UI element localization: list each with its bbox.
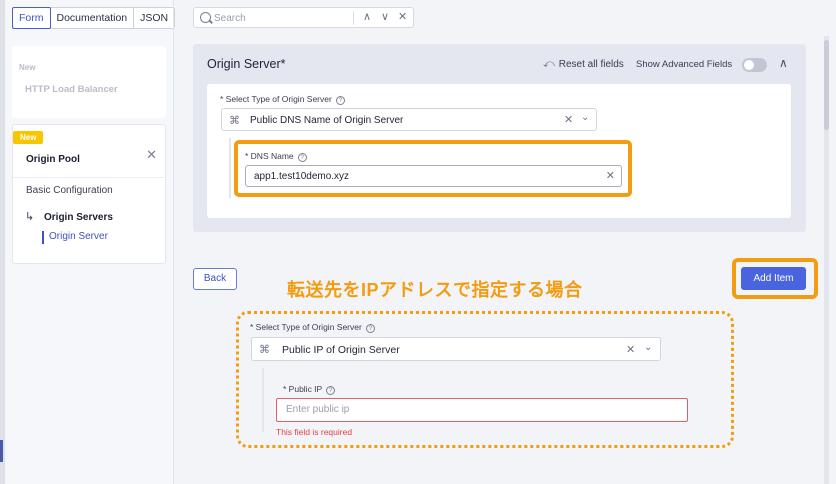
annotation-note: 転送先をIPアドレスで指定する場合 <box>287 280 583 300</box>
public-ip-label-text: * Public IP <box>283 384 323 394</box>
network-icon: ⌘ <box>229 115 240 127</box>
nest-line <box>262 368 264 432</box>
type-label-text: * Select Type of Origin Server <box>220 94 332 104</box>
nav-origin-servers[interactable]: Origin Servers <box>44 212 113 223</box>
new-badge: New <box>13 131 44 144</box>
clear-icon[interactable]: ✕ <box>626 343 635 356</box>
public-ip-input[interactable] <box>286 404 666 415</box>
origin-type-select[interactable]: ⌘ Public DNS Name of Origin Server ✕ ⌄ <box>221 108 597 131</box>
dns-label: * DNS Name? <box>245 151 307 162</box>
tab-json[interactable]: JSON <box>134 8 174 28</box>
alt-origin-type-select[interactable]: ⌘ Public IP of Origin Server ✕ ⌄ <box>251 337 661 361</box>
divider <box>173 0 174 484</box>
reset-all-fields-button[interactable]: ⤺ Reset all fields <box>543 58 624 71</box>
alt-origin-type-value: Public IP of Origin Server <box>282 344 400 356</box>
origin-pool-card: New Origin Pool ✕ Basic Configuration ↳ … <box>12 124 166 264</box>
clear-icon[interactable]: ✕ <box>606 169 615 182</box>
chevron-down-icon[interactable]: ⌄ <box>581 112 589 123</box>
add-item-button[interactable]: Add Item <box>741 267 806 290</box>
chevron-down-icon[interactable]: ∨ <box>381 10 389 23</box>
sub-arrow-icon: ↳ <box>25 211 35 223</box>
help-icon[interactable]: ? <box>365 324 375 333</box>
help-icon[interactable]: ? <box>335 96 345 105</box>
dns-name-value: app1.test10demo.xyz <box>254 171 350 182</box>
chevron-down-icon[interactable]: ⌄ <box>644 342 652 353</box>
edge-bar <box>0 0 5 484</box>
clear-icon[interactable]: ✕ <box>564 113 573 126</box>
active-indicator <box>42 231 44 244</box>
back-button[interactable]: Back <box>193 268 237 290</box>
tab-documentation[interactable]: Documentation <box>51 8 135 28</box>
reset-label: Reset all fields <box>558 59 624 70</box>
tab-form[interactable]: Form <box>12 7 51 29</box>
public-ip-label: * Public IP? <box>283 384 336 395</box>
divider <box>13 177 165 178</box>
alt-type-label-text: * Select Type of Origin Server <box>250 322 362 332</box>
reset-icon: ⤺ <box>543 58 555 70</box>
dns-label-text: * DNS Name <box>245 151 294 161</box>
show-advanced-label: Show Advanced Fields <box>636 59 733 70</box>
section-title: Origin Server* <box>207 57 286 71</box>
nest-line <box>229 138 231 198</box>
type-label: * Select Type of Origin Server? <box>220 94 345 105</box>
origin-type-value: Public DNS Name of Origin Server <box>250 115 404 126</box>
chevron-up-icon[interactable]: ∧ <box>779 56 788 70</box>
network-icon: ⌘ <box>259 344 270 356</box>
chevron-up-icon[interactable]: ∧ <box>363 10 371 23</box>
nav-origin-server[interactable]: Origin Server <box>49 231 108 242</box>
help-icon[interactable]: ? <box>326 386 336 395</box>
origin-pool-title: Origin Pool <box>26 154 80 165</box>
close-icon[interactable]: ✕ <box>146 147 157 163</box>
search-icon <box>200 12 211 23</box>
divider <box>353 11 354 25</box>
edge-indicator <box>0 440 3 462</box>
scrollbar-thumb[interactable] <box>824 40 829 130</box>
alt-type-label: * Select Type of Origin Server? <box>250 322 375 333</box>
advanced-fields-toggle[interactable] <box>742 58 767 72</box>
new-tag: New <box>19 63 36 72</box>
nav-basic-configuration[interactable]: Basic Configuration <box>26 185 113 196</box>
search-input[interactable] <box>214 10 344 26</box>
dns-name-field[interactable]: app1.test10demo.xyz ✕ <box>245 165 622 187</box>
view-mode-tabs: Form Documentation JSON <box>12 7 176 29</box>
close-icon[interactable]: ✕ <box>398 10 407 23</box>
search-bar: ∧ ∨ ✕ <box>193 7 414 28</box>
error-message: This field is required <box>276 427 353 437</box>
help-icon[interactable]: ? <box>297 153 307 162</box>
load-balancer-name: HTTP Load Balancer <box>25 84 118 95</box>
load-balancer-card[interactable]: New HTTP Load Balancer <box>12 46 166 118</box>
public-ip-field <box>276 398 688 422</box>
